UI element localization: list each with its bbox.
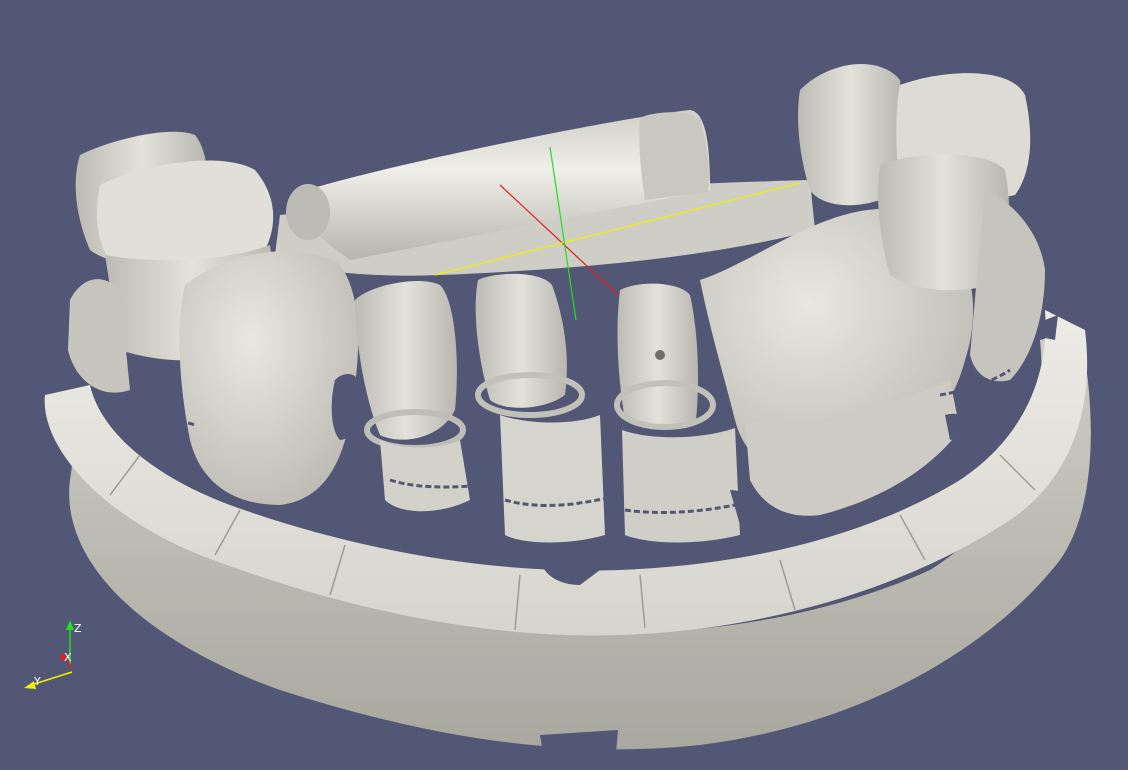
orientation-z-label: Z xyxy=(74,622,82,635)
orientation-y-label: Y xyxy=(33,675,41,688)
orientation-x-label: X xyxy=(64,651,72,664)
base-notch xyxy=(540,730,618,765)
front-teeth xyxy=(355,273,740,543)
dental-model-scene[interactable]: Z Y X xyxy=(0,0,1128,770)
left-gum-block xyxy=(179,251,359,505)
left-gap xyxy=(331,374,362,440)
render-viewport[interactable]: Z Y X xyxy=(0,0,1128,770)
orientation-axes-widget[interactable]: Z Y X xyxy=(24,620,82,689)
orientation-z-cone xyxy=(66,620,74,630)
